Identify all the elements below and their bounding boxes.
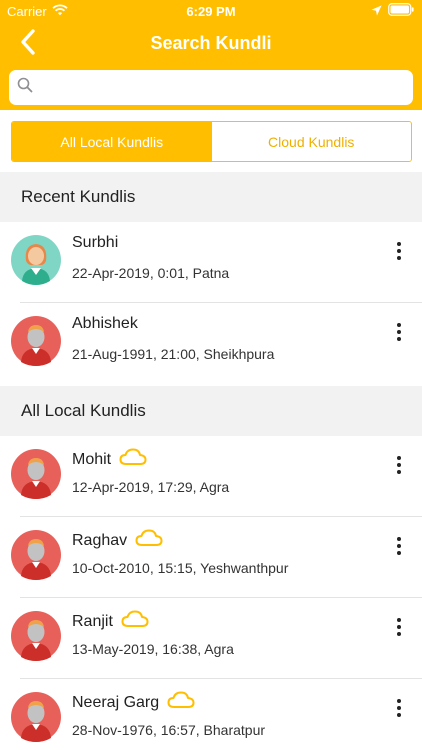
more-options-icon[interactable] [390, 453, 408, 477]
female-avatar-icon [11, 235, 61, 285]
kundli-name: Ranjit [72, 610, 149, 633]
kundli-detail: 13-May-2019, 16:38, Agra [72, 641, 234, 657]
male-avatar-icon [11, 530, 61, 580]
more-options-icon[interactable] [390, 320, 408, 344]
kundli-detail: 21-Aug-1991, 21:00, Sheikhpura [72, 346, 275, 362]
more-options-icon[interactable] [390, 615, 408, 639]
section-header-local: All Local Kundlis [0, 386, 422, 436]
kundli-detail: 10-Oct-2010, 15:15, Yeshwanthpur [72, 560, 289, 576]
cloud-icon [119, 448, 147, 471]
kundli-name: Neeraj Garg [72, 691, 195, 714]
kundli-name-text: Mohit [72, 450, 112, 468]
status-right [371, 3, 414, 19]
more-options-icon[interactable] [390, 239, 408, 263]
list-item[interactable]: Abhishek 21-Aug-1991, 21:00, Sheikhpura [0, 303, 422, 384]
section-header-recent: Recent Kundlis [0, 172, 422, 222]
search-bar [0, 66, 422, 110]
kundli-name: Surbhi [72, 234, 118, 252]
more-options-icon[interactable] [390, 534, 408, 558]
male-avatar-icon [11, 611, 61, 661]
male-avatar-icon [11, 316, 61, 366]
male-avatar-icon [11, 692, 61, 742]
status-bar: Carrier 6:29 PM [0, 0, 422, 22]
cloud-icon [121, 610, 149, 633]
list-item[interactable]: Raghav 10-Oct-2010, 15:15, Yeshwanthpur [0, 517, 422, 598]
nav-bar: Search Kundli [0, 22, 422, 66]
list-item[interactable]: Surbhi 22-Apr-2019, 0:01, Patna [0, 222, 422, 303]
list-item[interactable]: Mohit 12-Apr-2019, 17:29, Agra [0, 436, 422, 517]
location-arrow-icon [371, 4, 382, 19]
kundli-detail: 12-Apr-2019, 17:29, Agra [72, 479, 230, 495]
kundli-detail: 28-Nov-1976, 16:57, Bharatpur [72, 722, 266, 738]
search-icon [17, 77, 33, 98]
kundli-name: Mohit [72, 448, 147, 471]
kundli-name-text: Surbhi [72, 234, 119, 251]
section-title: All Local Kundlis [21, 401, 146, 420]
more-options-icon[interactable] [390, 696, 408, 720]
battery-icon [388, 3, 414, 19]
status-time: 6:29 PM [186, 4, 236, 19]
kundli-name-text: Abhishek [72, 315, 138, 332]
kundli-name-text: Neeraj Garg [72, 693, 160, 711]
cloud-icon [167, 691, 195, 714]
kundli-name-text: Ranjit [72, 612, 113, 630]
cloud-icon [135, 529, 163, 552]
section-title: Recent Kundlis [21, 187, 136, 206]
tab-label: Cloud Kundlis [268, 133, 355, 150]
page-title: Search Kundli [150, 33, 272, 53]
kundli-name: Raghav [72, 529, 163, 552]
kundli-name-text: Raghav [72, 531, 128, 549]
kundli-name: Abhishek [72, 315, 138, 333]
list-item[interactable]: Neeraj Garg 28-Nov-1976, 16:57, Bharatpu… [0, 679, 422, 750]
tab-label: All Local Kundlis [60, 133, 164, 150]
kundli-tabs: All Local Kundlis Cloud Kundlis [11, 121, 412, 162]
tab-cloud-kundlis[interactable]: Cloud Kundlis [211, 122, 411, 161]
male-avatar-icon [11, 449, 61, 499]
kundli-detail: 22-Apr-2019, 0:01, Patna [72, 265, 230, 281]
search-input[interactable] [39, 72, 413, 103]
tab-all-local-kundlis[interactable]: All Local Kundlis [12, 122, 212, 161]
list-item[interactable]: Ranjit 13-May-2019, 16:38, Agra [0, 598, 422, 679]
search-box [9, 70, 413, 105]
